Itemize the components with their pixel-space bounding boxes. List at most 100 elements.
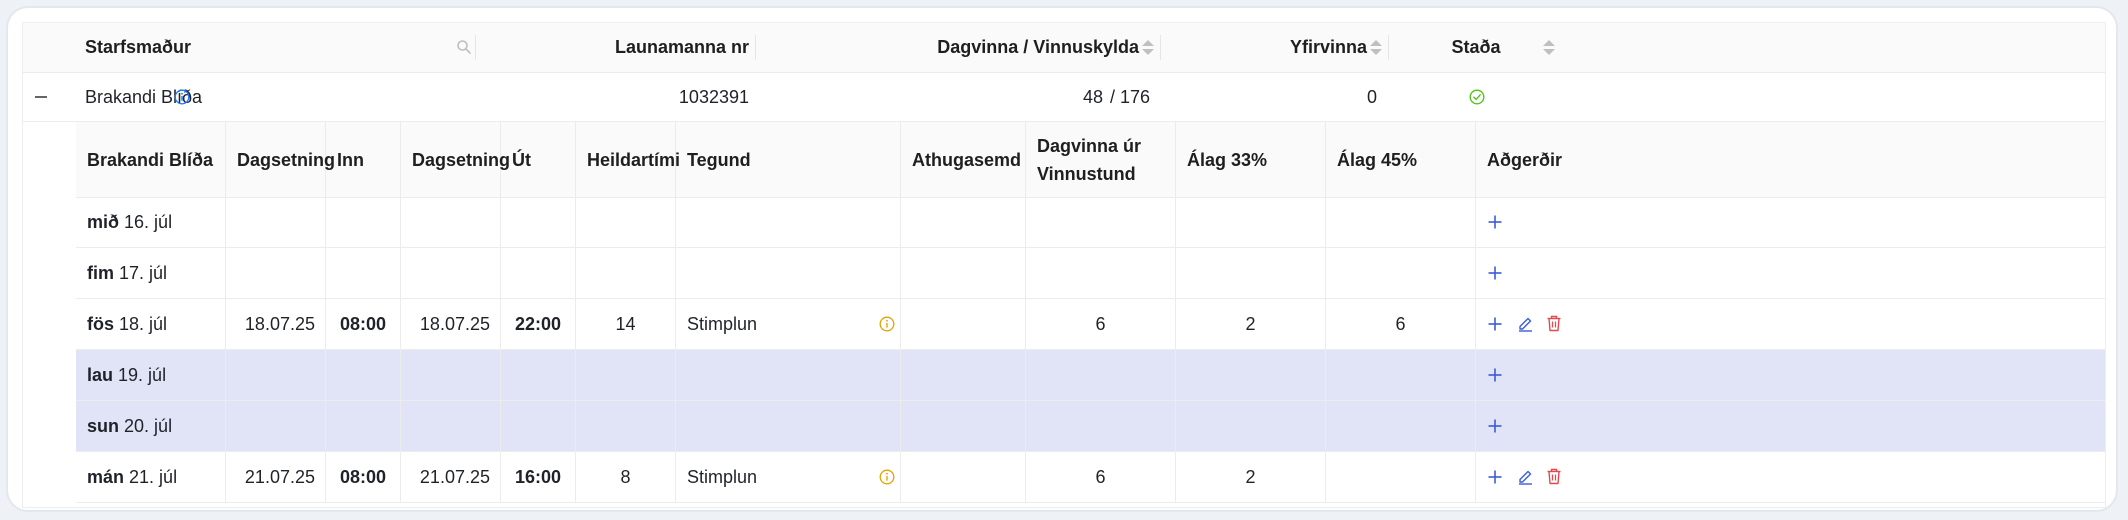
detail-header-actions: Aðgerðir xyxy=(1487,149,1563,170)
cell-comment xyxy=(901,401,1026,451)
cell-type xyxy=(676,350,901,400)
cell-date-in xyxy=(226,248,326,298)
plus-icon[interactable] xyxy=(1487,316,1503,332)
trash-icon[interactable] xyxy=(1546,468,1562,485)
cell-alag33: 2 xyxy=(1176,452,1326,502)
cell-date-in xyxy=(226,350,326,400)
overtime-value: 0 xyxy=(1366,87,1377,107)
cell-alag45 xyxy=(1326,401,1476,451)
cell-alag33 xyxy=(1176,197,1326,247)
cell-daywork xyxy=(1026,197,1176,247)
timesheet-table: Starfsmaður Launamanna nr Dagvinna / Vin… xyxy=(22,22,2106,508)
info-icon[interactable] xyxy=(879,469,895,485)
cell-date-out xyxy=(401,248,501,298)
employee-number: 1032391 xyxy=(678,87,749,107)
cell-in xyxy=(326,197,401,247)
cell-daywork xyxy=(1026,401,1176,451)
weekday-label: sun xyxy=(87,416,120,436)
cell-date-in: 21.07.25 xyxy=(226,452,326,502)
cell-date-out xyxy=(401,401,501,451)
column-header-daywork[interactable]: Dagvinna / Vinnuskylda xyxy=(763,23,1139,72)
cell-comment xyxy=(901,197,1026,247)
app-frame: Starfsmaður Launamanna nr Dagvinna / Vin… xyxy=(6,6,2118,512)
day-cell: fös 18. júl xyxy=(76,299,226,349)
cell-total: 8 xyxy=(576,452,676,502)
table-row: fös 18. júl 18.07.25 08:00 18.07.25 22:00 14 S… xyxy=(76,299,2105,350)
cell-alag45: 6 xyxy=(1326,299,1476,349)
cell-total xyxy=(576,248,676,298)
cell-type xyxy=(676,401,901,451)
cell-in xyxy=(326,401,401,451)
cell-out xyxy=(501,248,576,298)
weekday-label: mið xyxy=(87,212,120,232)
cell-alag33 xyxy=(1176,401,1326,451)
cell-alag33 xyxy=(1176,350,1326,400)
date-label: 16. júl xyxy=(124,212,173,232)
weekday-label: mán xyxy=(87,467,125,487)
cell-in xyxy=(326,350,401,400)
search-icon[interactable] xyxy=(456,39,472,55)
day-cell: fim 17. júl xyxy=(76,248,226,298)
column-divider xyxy=(755,35,756,60)
info-icon[interactable] xyxy=(174,89,190,105)
column-header-status[interactable]: Staða xyxy=(1396,23,1556,72)
table-header: Starfsmaður Launamanna nr Dagvinna / Vin… xyxy=(23,23,2105,73)
plus-icon[interactable] xyxy=(1487,418,1503,434)
cell-date-out xyxy=(401,197,501,247)
column-header-employee[interactable]: Starfsmaður xyxy=(85,23,191,72)
cell-date-out: 18.07.25 xyxy=(401,299,501,349)
plus-icon[interactable] xyxy=(1487,265,1503,281)
cell-alag45 xyxy=(1326,248,1476,298)
cell-total: 14 xyxy=(576,299,676,349)
detail-header-total: Heildartími xyxy=(576,122,680,197)
cell-comment xyxy=(901,248,1026,298)
cell-comment xyxy=(901,350,1026,400)
daywork-value: 48 xyxy=(1082,87,1103,107)
sort-icon[interactable] xyxy=(1370,40,1382,56)
cell-alag33: 2 xyxy=(1176,299,1326,349)
employee-detail-table: Brakandi Blíða Dagsetning Inn Dagsetning… xyxy=(76,122,2105,507)
weekday-label: fös xyxy=(87,314,114,334)
cell-type: Stimplun xyxy=(676,299,901,349)
cell-total xyxy=(576,401,676,451)
minus-icon[interactable] xyxy=(34,91,48,103)
detail-header-alag45: Álag 45% xyxy=(1326,122,1476,197)
employee-row[interactable]: Brakandi Blíða 1032391 48 / 176 0 xyxy=(23,73,2105,122)
date-label: 17. júl xyxy=(119,263,168,283)
column-header-overtime[interactable]: Yfirvinna xyxy=(1168,23,1367,72)
detail-header: Brakandi Blíða Dagsetning Inn Dagsetning… xyxy=(76,122,2105,198)
weekday-label: lau xyxy=(87,365,114,385)
pencil-icon[interactable] xyxy=(1517,468,1534,485)
pencil-icon[interactable] xyxy=(1517,315,1534,332)
detail-header-in: Inn xyxy=(326,122,401,197)
trash-icon[interactable] xyxy=(1546,315,1562,332)
cell-daywork xyxy=(1026,248,1176,298)
plus-icon[interactable] xyxy=(1487,214,1503,230)
sort-icon[interactable] xyxy=(1543,40,1555,56)
date-label: 19. júl xyxy=(118,365,167,385)
cell-type: Stimplun xyxy=(676,452,901,502)
cell-type xyxy=(676,197,901,247)
column-header-employee-number[interactable]: Launamanna nr xyxy=(484,23,749,72)
sort-icon[interactable] xyxy=(1142,40,1154,56)
plus-icon[interactable] xyxy=(1487,367,1503,383)
cell-alag33 xyxy=(1176,248,1326,298)
cell-in: 08:00 xyxy=(326,299,401,349)
date-label: 21. júl xyxy=(129,467,178,487)
plus-icon[interactable] xyxy=(1487,469,1503,485)
date-label: 18. júl xyxy=(119,314,168,334)
detail-header-alag33: Álag 33% xyxy=(1176,122,1326,197)
detail-header-type: Tegund xyxy=(676,122,901,197)
detail-header-name: Brakandi Blíða xyxy=(76,122,226,197)
table-row: lau 19. júl xyxy=(76,350,2105,401)
info-icon[interactable] xyxy=(879,316,895,332)
cell-out xyxy=(501,197,576,247)
cell-comment xyxy=(901,452,1026,502)
cell-type xyxy=(676,248,901,298)
cell-date-in xyxy=(226,401,326,451)
table-row: fim 17. júl xyxy=(76,248,2105,299)
table-row: mið 16. júl xyxy=(76,197,2105,248)
day-cell: sun 20. júl xyxy=(76,401,226,451)
cell-daywork xyxy=(1026,350,1176,400)
cell-in xyxy=(326,248,401,298)
